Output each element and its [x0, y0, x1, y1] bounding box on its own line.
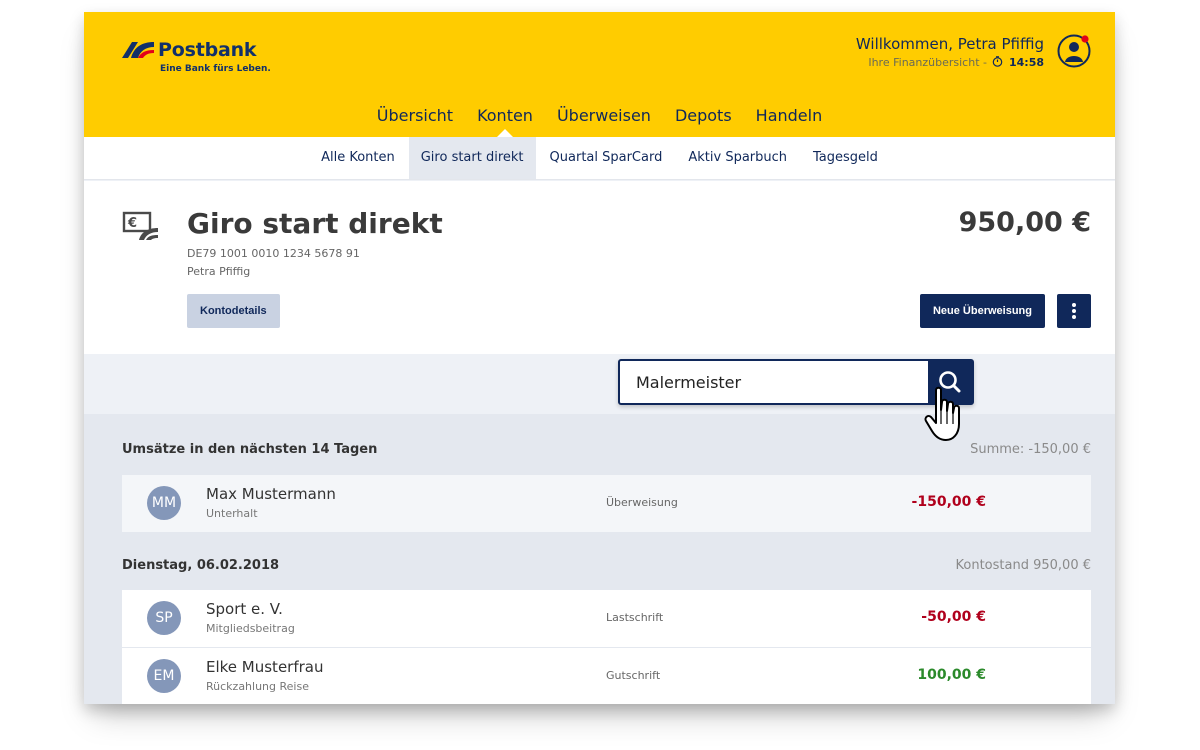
payee-name: Sport e. V.: [206, 600, 283, 618]
group-header-date: Dienstag, 06.02.2018 Kontostand 950,00 €: [122, 558, 1091, 578]
payee-name: Elke Musterfrau: [206, 658, 324, 676]
nav-ueberweisen[interactable]: Überweisen: [557, 106, 651, 137]
tab-giro-start-direkt[interactable]: Giro start direkt: [408, 137, 536, 179]
welcome-text: Willkommen, Petra Pfiffig: [855, 35, 1044, 53]
account-balance: 950,00 €: [958, 207, 1091, 238]
tab-quartal-sparcard[interactable]: Quartal SparCard: [538, 137, 675, 179]
nav-depots[interactable]: Depots: [675, 106, 732, 137]
session-info: Ihre Finanzübersicht - 14:58: [856, 56, 1044, 69]
group-summary: Summe: -150,00 €: [970, 442, 1091, 457]
more-options-button[interactable]: [1057, 294, 1091, 328]
transaction-amount: -150,00 €: [911, 494, 986, 510]
transaction-row[interactable]: EM Elke Musterfrau Rückzahlung Reise Gut…: [122, 648, 1091, 704]
hand-cursor-icon: [922, 386, 970, 450]
group-title: Dienstag, 06.02.2018: [122, 558, 280, 573]
group-title: Umsätze in den nächsten 14 Tagen: [122, 442, 378, 457]
session-timer: 14:58: [1008, 56, 1044, 69]
transaction-type: Gutschrift: [606, 669, 661, 682]
transaction-purpose: Rückzahlung Reise: [206, 680, 309, 693]
main-navigation: Übersicht Konten Überweisen Depots Hande…: [84, 106, 1115, 137]
svg-text:€: €: [127, 216, 137, 231]
clock-icon: [993, 56, 1003, 67]
postbank-logo[interactable]: Postbank Eine Bank fürs Leben.: [120, 38, 271, 78]
profile-button[interactable]: [1057, 34, 1091, 68]
transaction-type: Überweisung: [606, 496, 678, 509]
nav-handeln[interactable]: Handeln: [756, 106, 823, 137]
banking-app-window: Postbank Eine Bank fürs Leben. Willkomme…: [84, 12, 1115, 704]
group-summary: Kontostand 950,00 €: [955, 558, 1091, 573]
account-iban: DE79 1001 0010 1234 5678 91: [187, 247, 360, 260]
payee-avatar: MM: [147, 486, 181, 520]
tab-aktiv-sparbuch[interactable]: Aktiv Sparbuch: [676, 137, 799, 179]
tab-tagesgeld[interactable]: Tagesgeld: [801, 137, 890, 179]
header: Postbank Eine Bank fürs Leben. Willkomme…: [84, 12, 1115, 137]
postbank-logo-icon: [122, 42, 154, 58]
transaction-row[interactable]: MM Max Mustermann Unterhalt Überweisung …: [122, 475, 1091, 532]
user-icon: [1057, 34, 1091, 68]
account-title: Giro start direkt: [187, 207, 443, 240]
transaction-row[interactable]: SP Sport e. V. Mitgliedsbeitrag Lastschr…: [122, 590, 1091, 647]
nav-uebersicht[interactable]: Übersicht: [377, 106, 453, 137]
account-tabs: Alle Konten Giro start direkt Quartal Sp…: [84, 137, 1115, 180]
overview-subtitle: Ihre Finanzübersicht -: [868, 56, 987, 69]
welcome-block: Willkommen, Petra Pfiffig Ihre Finanzübe…: [856, 35, 1044, 69]
brand-name: Postbank: [158, 39, 257, 61]
payee-avatar: SP: [147, 601, 181, 635]
banknote-card-icon: €: [122, 211, 162, 247]
more-vertical-icon: [1072, 303, 1076, 307]
payee-name: Max Mustermann: [206, 485, 336, 503]
tab-alle-konten[interactable]: Alle Konten: [309, 137, 407, 179]
search-input[interactable]: [620, 361, 928, 403]
transaction-purpose: Mitgliedsbeitrag: [206, 622, 295, 635]
account-panel: € Giro start direkt DE79 1001 0010 1234 …: [84, 181, 1115, 354]
account-owner: Petra Pfiffig: [187, 265, 251, 278]
transaction-amount: -50,00 €: [921, 609, 986, 625]
transaction-purpose: Unterhalt: [206, 507, 258, 520]
search-box: [618, 359, 974, 405]
nav-konten[interactable]: Konten: [477, 106, 533, 137]
new-transfer-button[interactable]: Neue Überweisung: [919, 294, 1045, 328]
transaction-amount: 100,00 €: [917, 667, 986, 683]
account-details-button[interactable]: Kontodetails: [187, 294, 280, 328]
brand-tagline: Eine Bank fürs Leben.: [160, 64, 271, 74]
payee-avatar: EM: [147, 659, 181, 693]
transaction-type: Lastschrift: [606, 611, 664, 624]
